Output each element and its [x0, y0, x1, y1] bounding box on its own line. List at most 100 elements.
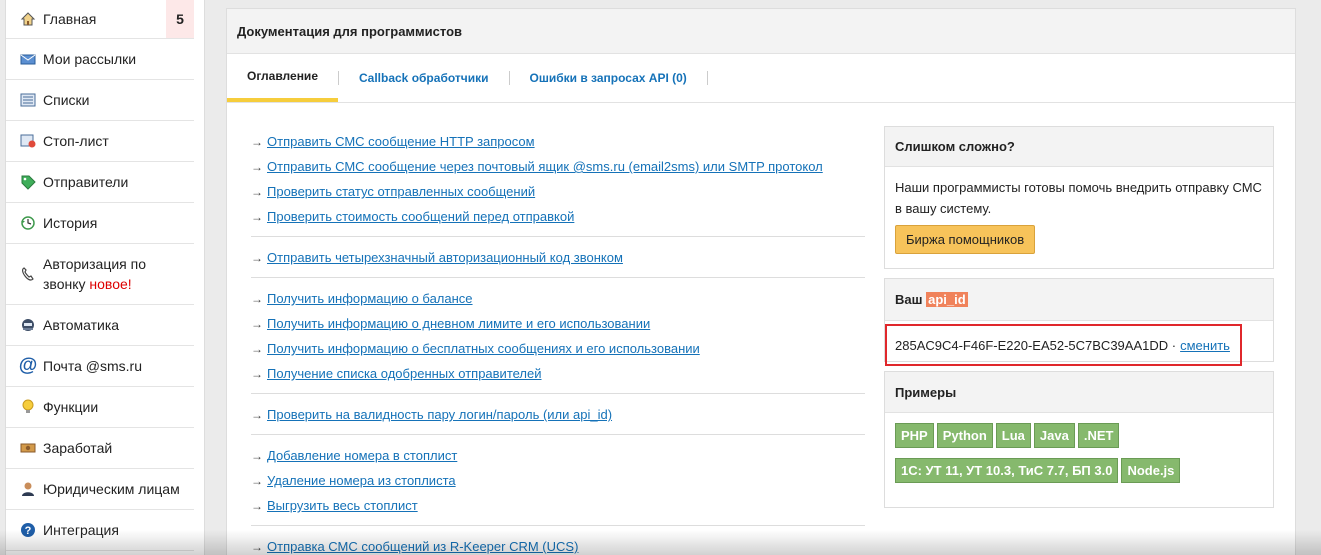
sidebar-item-label-line2: звонку новое!: [43, 274, 146, 294]
examples-langs-row2: 1С: УТ 11, УТ 10.3, ТиС 7.7, БП 3.0 Node.…: [885, 448, 1273, 483]
doc-link[interactable]: Проверить стоимость сообщений перед отпр…: [267, 209, 574, 224]
sidebar-item-label: Автоматика: [43, 317, 120, 333]
doc-link[interactable]: Отправить СМС сообщение HTTP запросом: [267, 134, 535, 149]
list-item: → Получение списка одобренных отправителе…: [251, 361, 865, 386]
sidebar-item-senders[interactable]: Отправители: [6, 162, 194, 203]
group-divider: [251, 236, 865, 237]
change-api-id-link[interactable]: сменить: [1180, 338, 1230, 353]
api-id-separator: ·: [1171, 337, 1177, 353]
sidebar-item-label: История: [43, 215, 98, 231]
api-id-row: 285AC9C4-F46F-E220-EA52-5C7BC39AA1DD · с…: [885, 324, 1242, 366]
arrow-icon: →: [251, 316, 263, 331]
notification-badge: 5: [166, 0, 194, 38]
example-java-button[interactable]: Java: [1033, 423, 1075, 448]
panel-title: Документация для программистов: [227, 9, 1295, 54]
sidebar-item-call-auth[interactable]: Авторизация по звонку новое!: [6, 244, 194, 305]
doc-link[interactable]: Отправить четырехзначный авторизационный…: [267, 250, 623, 265]
example-php-button[interactable]: PHP: [895, 423, 934, 448]
sidebar-item-earn[interactable]: Заработай: [6, 428, 194, 469]
helpers-exchange-button[interactable]: Биржа помощников: [895, 225, 1036, 254]
sidebar-item-label: Интеграция: [43, 522, 119, 538]
arrow-icon: →: [251, 341, 263, 356]
list-item: → Проверить на валидность пару логин/паро…: [251, 402, 865, 427]
list-item: → Добавление номера в стоплист: [251, 443, 865, 468]
sidebar-item-mail[interactable]: @ Почта @sms.ru: [6, 346, 194, 387]
sidebar-item-label: Главная: [43, 11, 97, 27]
sidebar-item-label: Почта @sms.ru: [43, 358, 142, 374]
doc-link[interactable]: Получить информацию о балансе: [267, 291, 473, 306]
sidebar-item-label: Списки: [43, 92, 90, 108]
list-item: → Отправить СМС сообщение через почтовый …: [251, 154, 865, 179]
help-box-body: Наши программисты готовы помочь внедрить…: [885, 167, 1273, 264]
sidebar-item-label-part: звонку: [43, 276, 86, 292]
sidebar-item-label: Отправители: [43, 174, 129, 190]
tab-callback[interactable]: Callback обработчики: [339, 54, 509, 102]
doc-link[interactable]: Выгрузить весь стоплист: [267, 498, 418, 513]
sidebar-item-mailings[interactable]: Мои рассылки: [6, 39, 194, 80]
doc-link[interactable]: Проверить на валидность пару логин/парол…: [267, 407, 612, 422]
sidebar-item-lists[interactable]: Списки: [6, 80, 194, 121]
list-item: → Проверить статус отправленных сообщений: [251, 179, 865, 204]
robot-icon: [19, 316, 37, 334]
sidebar-item-label: Стоп-лист: [43, 133, 109, 149]
group-divider: [251, 393, 865, 394]
docs-link-list: → Отправить СМС сообщение HTTP запросом →…: [251, 129, 865, 555]
arrow-icon: →: [251, 184, 263, 199]
svg-text:?: ?: [25, 525, 32, 537]
sidebar-item-functions[interactable]: Функции: [6, 387, 194, 428]
mailing-icon: [19, 50, 37, 68]
arrow-icon: →: [251, 448, 263, 463]
example-nodejs-button[interactable]: Node.js: [1121, 458, 1181, 483]
doc-link[interactable]: Получение списка одобренных отправителей: [267, 366, 542, 381]
api-id-value: 285AC9C4-F46F-E220-EA52-5C7BC39AA1DD: [895, 337, 1169, 353]
example-1c-button[interactable]: 1С: УТ 11, УТ 10.3, ТиС 7.7, БП 3.0: [895, 458, 1119, 483]
sidebar-item-automation[interactable]: Автоматика: [6, 305, 194, 346]
api-id-title: Ваш api_id: [885, 279, 1273, 321]
sidebar: Главная 5 Мои рассылки Списки Стоп-лист …: [5, 0, 205, 555]
doc-link[interactable]: Получить информацию о бесплатных сообщен…: [267, 341, 700, 356]
list-icon: [19, 91, 37, 109]
sidebar-item-stoplist[interactable]: Стоп-лист: [6, 121, 194, 162]
example-dotnet-button[interactable]: .NET: [1077, 423, 1120, 448]
list-item: → Отправка СМС сообщений из R-Keeper CRM …: [251, 534, 865, 555]
money-icon: [19, 439, 37, 457]
doc-link[interactable]: Удаление номера из стоплиста: [267, 473, 456, 488]
api-id-title-prefix: Ваш: [895, 292, 923, 307]
sidebar-item-label: Юридическим лицам: [43, 481, 180, 497]
doc-link[interactable]: Проверить статус отправленных сообщений: [267, 184, 535, 199]
sidebar-item-label: Заработай: [43, 440, 113, 456]
arrow-icon: →: [251, 539, 263, 554]
home-icon: [19, 10, 37, 28]
help-box-title: Слишком сложно?: [885, 127, 1273, 167]
sidebar-item-text: Авторизация по звонку новое!: [43, 254, 146, 294]
sidebar-item-label: Функции: [43, 399, 99, 415]
arrow-icon: →: [251, 209, 263, 224]
example-python-button[interactable]: Python: [936, 423, 993, 448]
docs-panel: Документация для программистов Оглавлени…: [226, 8, 1296, 555]
tab-api-errors[interactable]: Ошибки в запросах API (0): [510, 54, 707, 102]
group-divider: [251, 434, 865, 435]
stoplist-icon: [19, 132, 37, 150]
group-divider: [251, 277, 865, 278]
arrow-icon: →: [251, 134, 263, 149]
api-id-highlight: api_id: [926, 292, 968, 307]
group-divider: [251, 525, 865, 526]
sidebar-item-legal[interactable]: Юридическим лицам: [6, 469, 194, 510]
examples-langs-row1: PHP Python Lua Java .NET: [885, 413, 1273, 448]
sidebar-item-integration[interactable]: ? Интеграция: [6, 510, 194, 551]
tab-contents[interactable]: Оглавление: [227, 54, 338, 102]
doc-link[interactable]: Получить информацию о дневном лимите и е…: [267, 316, 650, 331]
doc-link[interactable]: Отправка СМС сообщений из R-Keeper CRM (…: [267, 539, 578, 554]
sidebar-item-home[interactable]: Главная 5: [6, 0, 194, 39]
arrow-icon: →: [251, 473, 263, 488]
tag-icon: [19, 173, 37, 191]
example-lua-button[interactable]: Lua: [995, 423, 1031, 448]
arrow-icon: →: [251, 498, 263, 513]
list-item: → Удаление номера из стоплиста: [251, 468, 865, 493]
examples-title: Примеры: [885, 372, 1273, 413]
list-item: → Получить информацию о бесплатных сообще…: [251, 336, 865, 361]
doc-link[interactable]: Добавление номера в стоплист: [267, 448, 457, 463]
list-item: → Получить информацию о балансе: [251, 286, 865, 311]
sidebar-item-history[interactable]: История: [6, 203, 194, 244]
doc-link[interactable]: Отправить СМС сообщение через почтовый я…: [267, 159, 823, 174]
